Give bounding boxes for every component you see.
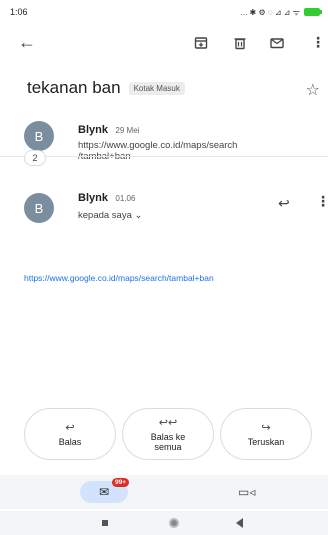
recents-icon[interactable] [102,520,108,526]
delete-icon[interactable] [233,36,247,50]
back-arrow-icon[interactable]: ← [18,32,36,53]
system-back-icon[interactable] [236,518,243,528]
reply-all-button[interactable]: ↩↩ Balas ke semua [122,408,214,460]
status-bar: 1:06 ... ✱ ⚙ ◌ ⊿ ⊿ ᯤ [0,0,328,24]
archive-icon[interactable] [194,36,208,50]
email-subject: tekanan ban [27,78,121,97]
unread-badge: 99+ [112,478,130,487]
status-time: 1:06 [10,7,28,17]
sender-avatar-expanded[interactable]: B [24,193,54,223]
reply-button[interactable]: ↩ Balas [24,408,116,460]
sender-avatar[interactable]: B [24,121,54,151]
mark-unread-icon[interactable] [270,36,284,50]
recipient-toggle[interactable]: kepada saya ⌄ [78,210,258,221]
forward-button[interactable]: ↪ Teruskan [220,408,312,460]
message-date-expanded: 01.06 [115,194,136,203]
video-camera-icon[interactable]: ▭◃ [238,485,255,499]
message-more-icon[interactable]: ⋮ [316,193,328,210]
mail-icon: ✉ [98,485,110,499]
message-date: 29 Mei [115,126,140,135]
status-icons: ... ✱ ⚙ ◌ ⊿ ⊿ ᯤ [240,7,322,18]
message-header: Blynk 01.06 kepada saya ⌄ [78,188,258,221]
sender-name-expanded: Blynk [78,192,108,204]
label-chip[interactable]: Kotak Masuk [128,81,185,95]
reply-actions: ↩ Balas ↩↩ Balas ke semua ↪ Teruskan [24,408,312,460]
system-nav-bar [0,511,328,535]
forward-label: Teruskan [247,437,285,447]
collapsed-count-badge[interactable]: 2 [24,150,46,166]
avatar-letter: B [34,128,44,144]
star-icon[interactable]: ☆ [306,80,320,100]
message-snippet: https://www.google.co.id/maps/search /ta… [78,140,238,162]
reply-all-icon: ↩↩ [158,417,178,429]
reply-icon[interactable]: ↩ [278,195,290,212]
avatar-letter-expanded: B [34,200,44,216]
forward-icon: ↪ [261,422,271,434]
reply-icon: ↩ [65,422,75,434]
reply-label: Balas [58,437,82,447]
bottom-navigation: ✉ 99+ ▭◃ [0,475,328,509]
sender-name: Blynk [78,124,108,136]
top-app-bar: ← ⋮ [0,30,328,58]
body-link[interactable]: https://www.google.co.id/maps/search/tam… [24,273,214,283]
subject-row: tekanan ban Kotak Masuk [27,78,327,98]
thread-divider [0,156,328,157]
status-icon-strip: ... ✱ ⚙ ◌ ⊿ ⊿ ᯤ [240,7,300,17]
battery-icon [304,8,322,16]
home-icon[interactable] [169,518,179,528]
reply-all-label: Balas ke semua [150,432,186,452]
more-vert-icon[interactable]: ⋮ [311,34,325,51]
